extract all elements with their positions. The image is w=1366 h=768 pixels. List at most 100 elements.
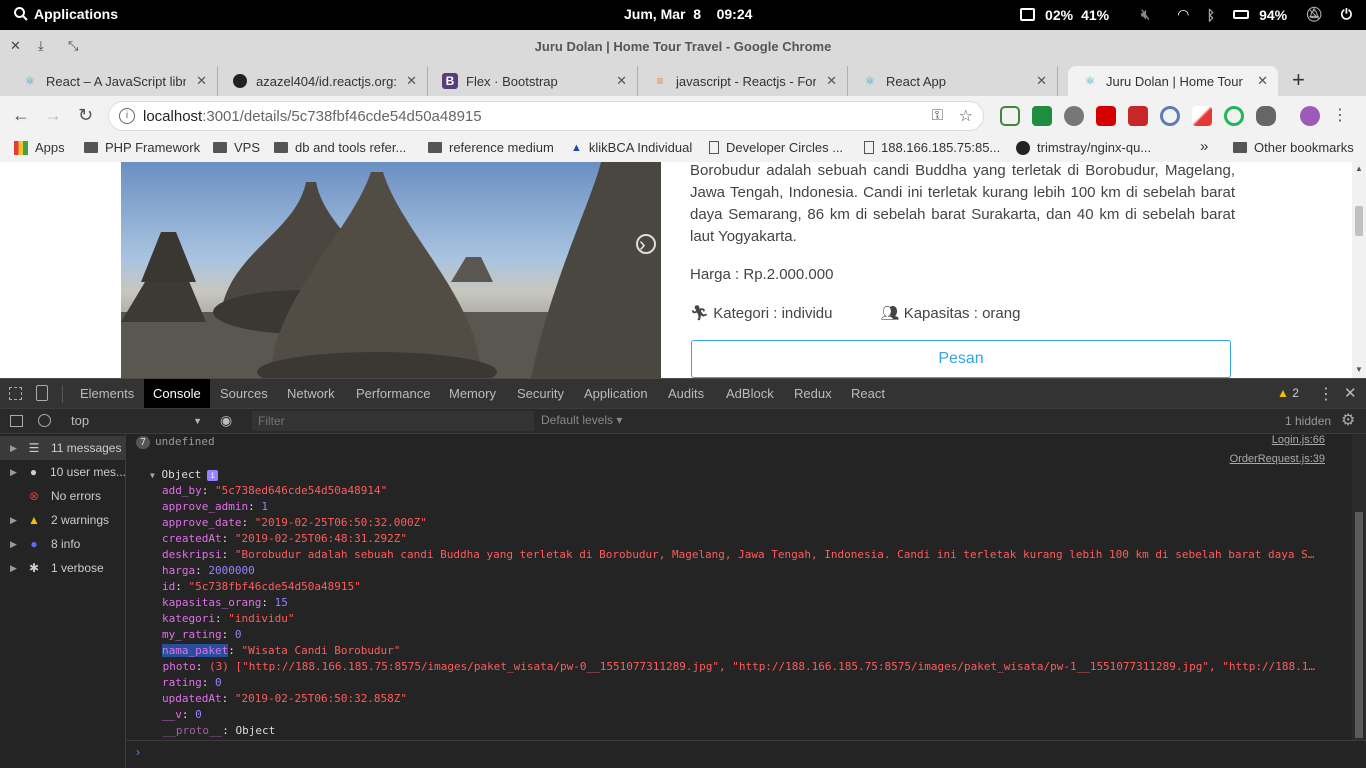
sidebar-item-errors[interactable]: ⊗ No errors [0,484,126,508]
log-levels-dropdown[interactable]: Default levels ▾ [541,413,622,427]
console-prompt[interactable]: › [126,740,1366,768]
expand-arrow-icon[interactable]: ▶ [0,443,17,454]
bookmark-ip-address[interactable]: 188.166.185.75:85... [864,140,1000,155]
mute-icon[interactable]: 🔇︎ [1141,6,1150,23]
console-scrollbar-thumb[interactable] [1355,512,1363,738]
object-property-row[interactable]: rating: 0 [162,675,1326,691]
object-property-row[interactable]: __v: 0 [162,707,1326,723]
site-info-icon[interactable]: i [119,108,135,124]
expand-arrow-icon[interactable]: ▶ [0,539,17,550]
object-header[interactable]: ▼ Object i [150,467,219,483]
source-link-order-request[interactable]: OrderRequest.js:39 [1230,453,1325,465]
bookmark-php-framework[interactable]: PHP Framework [84,140,200,155]
tab-stackoverflow[interactable]: ≡ javascript - Reactjs - Form ✕ [638,66,848,96]
key-icon[interactable]: ⚿ [932,107,943,124]
bookmark-apps[interactable]: Apps [14,140,65,155]
tab-network[interactable]: Network [278,379,344,409]
object-property-row[interactable]: harga: 2000000 [162,563,1326,579]
page-scrollbar[interactable]: ▲ ▼ [1352,162,1366,378]
bluetooth-off-icon[interactable]: ᛒ [1207,7,1215,23]
object-property-row[interactable]: approve_admin: 1 [162,499,1326,515]
object-property-row[interactable]: deskripsi: "Borobudur adalah sebuah cand… [162,547,1326,563]
expand-arrow-icon[interactable]: ▶ [0,515,17,526]
close-tab-icon[interactable]: ✕ [1036,73,1047,89]
close-tab-icon[interactable]: ✕ [1257,73,1268,89]
object-property-row[interactable]: ▶ photo: (3) ["http://188.166.185.75:857… [162,659,1326,675]
expand-arrow-icon[interactable]: ▶ [0,563,17,574]
bookmark-reference-medium[interactable]: reference medium [428,140,554,155]
tab-application[interactable]: Application [575,379,657,409]
pen-extension-icon[interactable] [1192,106,1212,126]
sidebar-toggle-icon[interactable] [10,415,23,427]
sidebar-item-user-messages[interactable]: ▶ ● 10 user mes... [0,460,126,484]
sidebar-item-verbose[interactable]: ▶ ✱ 1 verbose [0,556,126,580]
new-tab-button[interactable]: + [1292,67,1305,93]
warnings-counter[interactable]: ▲ 2 [1277,386,1299,400]
context-selector[interactable]: top ▼ [62,409,208,433]
close-tab-icon[interactable]: ✕ [196,73,207,89]
bookmark-db-tools[interactable]: db and tools refer... [274,140,406,155]
tab-react[interactable]: React [842,379,894,409]
object-property-row[interactable]: approve_date: "2019-02-25T06:50:32.000Z" [162,515,1326,531]
cors-extension-icon[interactable] [1032,106,1052,126]
close-tab-icon[interactable]: ✕ [616,73,627,89]
ublock-extension-icon[interactable] [1096,106,1116,126]
collapse-arrow-icon[interactable]: ▼ [150,471,155,480]
sidebar-item-messages[interactable]: ▶ ☰ 11 messages [0,436,126,460]
tab-sources[interactable]: Sources [211,379,277,409]
console-scrollbar[interactable] [1352,434,1366,740]
console-output[interactable]: 7 undefined Login.js:66 OrderRequest.js:3… [126,434,1352,740]
object-property-row[interactable]: createdAt: "2019-02-25T06:48:31.292Z" [162,531,1326,547]
bookmarks-overflow-button[interactable]: » [1200,138,1208,155]
object-property-row[interactable]: kapasitas_orang: 15 [162,595,1326,611]
tab-juru-dolan[interactable]: ⚛ Juru Dolan | Home Tour Tr ✕ [1068,66,1278,96]
tab-redux[interactable]: Redux [785,379,841,409]
clear-console-icon[interactable] [38,414,51,427]
object-property-row[interactable]: kategori: "individu" [162,611,1326,627]
profile-avatar[interactable] [1300,106,1320,126]
scroll-up-icon[interactable]: ▲ [1355,164,1363,173]
tab-react-app[interactable]: ⚛ React App ✕ [848,66,1058,96]
circle-extension-icon[interactable] [1160,106,1180,126]
sidebar-item-info[interactable]: ▶ ● 8 info [0,532,126,556]
object-property-row[interactable]: ▶ __proto__: Object [162,723,1326,739]
tab-audits[interactable]: Audits [659,379,713,409]
close-devtools-icon[interactable]: ✕ [1344,384,1357,402]
eye-icon[interactable]: ◉ [220,412,232,429]
monitor-icon[interactable] [1020,8,1036,21]
bookmark-other[interactable]: Other bookmarks [1233,140,1354,155]
devtools-menu-icon[interactable]: ⋮ [1318,384,1334,404]
redux-extension-icon[interactable] [1128,106,1148,126]
object-property-row[interactable]: updatedAt: "2019-02-25T06:50:32.858Z" [162,691,1326,707]
tab-elements[interactable]: Elements [71,379,143,409]
cloud-extension-icon[interactable] [1064,106,1084,126]
green-extension-icon[interactable] [1224,106,1244,126]
object-property-row[interactable]: id: "5c738fbf46cde54d50a48915" [162,579,1326,595]
settings-gear-icon[interactable]: ⚙ [1341,410,1355,430]
chat-extension-icon[interactable] [1256,106,1276,126]
scroll-down-icon[interactable]: ▼ [1355,365,1363,374]
carousel-next-icon[interactable]: › [639,234,646,257]
tab-bootstrap[interactable]: B Flex · Bootstrap ✕ [428,66,638,96]
back-icon[interactable]: ← [12,105,30,126]
page-scrollbar-thumb[interactable] [1355,206,1363,236]
url-text[interactable]: localhost:3001/details/5c738fbf46cde54d5… [143,108,482,125]
reload-icon[interactable]: ↻ [78,105,93,126]
tab-github[interactable]: azazel404/id.reactjs.org: ( ✕ [218,66,428,96]
node-extension-icon[interactable] [1000,106,1020,126]
notifications-off-icon[interactable]: 🔕︎ [1305,6,1323,23]
expand-arrow-icon[interactable]: ▶ [0,467,17,478]
object-property-row[interactable]: my_rating: 0 [162,627,1326,643]
inspect-element-icon[interactable] [9,387,22,400]
sidebar-item-warnings[interactable]: ▶ ▲ 2 warnings [0,508,126,532]
tab-console[interactable]: Console [144,379,210,409]
bookmark-star-icon[interactable]: ☆ [959,106,973,126]
address-bar[interactable]: i localhost:3001/details/5c738fbf46cde54… [108,101,984,131]
object-property-row[interactable]: nama_paket: "Wisata Candi Borobudur" [162,643,1326,659]
object-property-row[interactable]: add_by: "5c738ed646cde54d50a48914" [162,483,1326,499]
order-button[interactable]: Pesan [691,340,1231,378]
tab-security[interactable]: Security [508,379,573,409]
tab-react-docs[interactable]: ⚛ React – A JavaScript library ✕ [8,66,218,96]
applications-menu[interactable]: Applications [14,6,118,22]
forward-icon[interactable]: → [44,105,62,126]
